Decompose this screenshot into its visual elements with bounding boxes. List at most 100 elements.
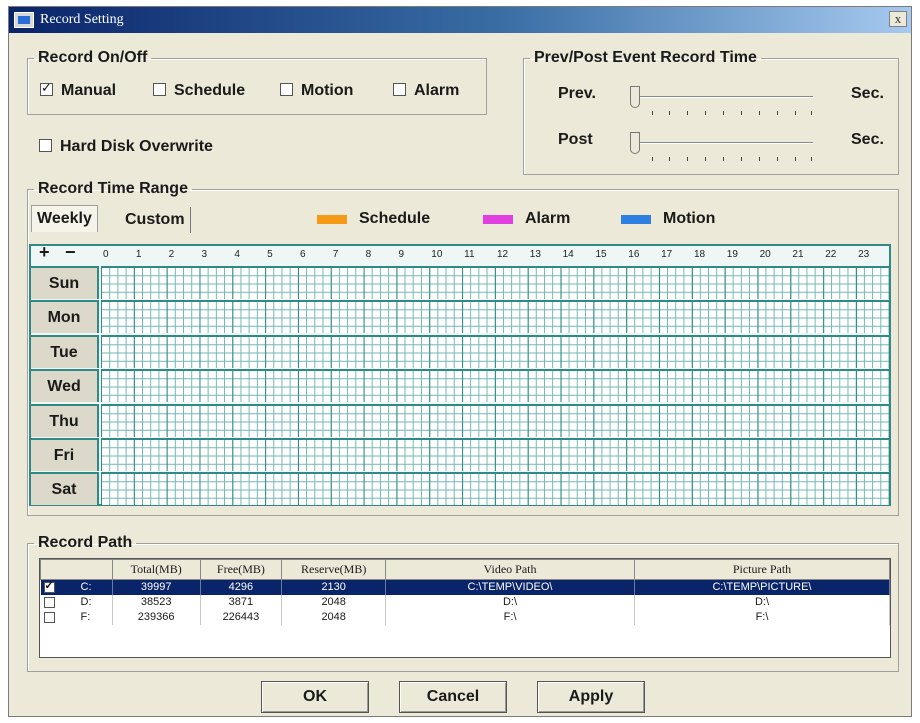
close-button[interactable]: x (889, 11, 907, 27)
post-label: Post (558, 131, 593, 148)
post-slider-ticks (652, 157, 812, 161)
drive-cell: C: (40, 579, 113, 595)
video-path-cell: F:\ (385, 609, 635, 625)
prev-slider-ticks (652, 111, 812, 115)
video-path-cell: D:\ (385, 594, 635, 610)
column-header-picture-path[interactable]: Picture Path (633, 559, 891, 580)
grid-header: + − 0 1 2 3 4 5 6 7 8 9 10 11 12 13 14 15 16 17 18 19 20 21 22… (31, 242, 889, 264)
hour-label: 8 (365, 249, 372, 260)
record-onoff-group: Record On/Off Manual Schedule Motion Ala… (27, 49, 487, 115)
time-range-legend: Record Time Range (38, 180, 188, 197)
schedule-row-mon[interactable] (101, 300, 889, 334)
reserve-cell: 2048 (281, 594, 387, 610)
hdd-overwrite-checkbox[interactable]: Hard Disk Overwrite (39, 138, 213, 156)
record-path-table[interactable]: Total(MB) Free(MB) Reserve(MB) Video Pat… (39, 558, 891, 658)
manual-checkbox[interactable]: Manual (40, 80, 116, 100)
post-slider-thumb[interactable] (630, 132, 640, 154)
total-cell: 39997 (112, 579, 201, 595)
alarm-swatch (483, 214, 513, 224)
prev-slider-track[interactable] (633, 96, 813, 98)
video-path-cell: C:\TEMP\VIDEO\ (385, 579, 635, 595)
alarm-checkbox-box (393, 83, 406, 96)
drive-cell: F: (40, 609, 113, 625)
drive-letter: C: (80, 581, 92, 594)
schedule-checkbox[interactable]: Schedule (153, 82, 245, 100)
drive-checkbox[interactable] (43, 611, 55, 623)
picture-path-cell: D:\ (634, 594, 891, 610)
zoom-in-button[interactable]: + (39, 242, 50, 263)
total-cell: 239366 (112, 609, 201, 625)
schedule-row-fri[interactable] (101, 438, 889, 471)
app-icon (14, 12, 34, 28)
hour-label: 0 (103, 249, 109, 260)
table-row[interactable]: C: 3999742962130C:\TEMP\VIDEO\C:\TEMP\PIC… (40, 579, 891, 595)
hour-label: 17 (661, 249, 673, 260)
schedule-grid[interactable]: + − 0 1 2 3 4 5 6 7 8 9 10 11 12 13 14 15 16 17 18 19 20 21 22… (29, 242, 891, 506)
day-label-mon: Mon (31, 300, 99, 334)
motion-checkbox[interactable]: Motion (280, 82, 353, 100)
drive-cell: D: (40, 594, 113, 610)
schedule-row-tue[interactable] (101, 334, 889, 368)
apply-button[interactable]: Apply (537, 681, 645, 713)
hour-label: 14 (562, 249, 574, 260)
ok-button[interactable]: OK (261, 681, 369, 713)
reserve-cell: 2130 (281, 579, 387, 595)
free-cell: 4296 (200, 579, 283, 595)
hdd-overwrite-checkbox-box (39, 139, 52, 152)
record-setting-window: Record Setting x Record On/Off Manual Sc… (8, 6, 912, 717)
post-slider-track[interactable] (633, 142, 813, 144)
legend-motion: Motion (621, 210, 715, 228)
motion-swatch (621, 214, 651, 224)
zoom-out-button[interactable]: − (65, 242, 76, 263)
motion-checkbox-box (280, 83, 293, 96)
free-cell: 226443 (200, 609, 283, 625)
day-label-sat: Sat (31, 472, 99, 506)
alarm-checkbox[interactable]: Alarm (393, 82, 459, 100)
hour-label: 22 (825, 249, 837, 260)
legend-alarm-label: Alarm (525, 210, 571, 227)
schedule-row-sun[interactable] (101, 266, 889, 299)
table-row[interactable]: D: 38523 3871 2048 D:\ D:\ (40, 594, 891, 610)
post-unit-label: Sec. (851, 131, 884, 148)
schedule-row-sat[interactable] (101, 472, 889, 506)
manual-checkbox-box (40, 80, 53, 96)
tab-weekly[interactable]: Weekly (31, 205, 98, 232)
cancel-button[interactable]: Cancel (399, 681, 507, 713)
hdd-overwrite-label: Hard Disk Overwrite (60, 138, 213, 155)
hour-label: 16 (628, 249, 640, 260)
column-header-free[interactable]: Free(MB) (199, 559, 283, 580)
schedule-label: Schedule (174, 82, 246, 99)
schedule-row-thu[interactable] (101, 403, 889, 437)
window-title: Record Setting (40, 12, 124, 27)
legend-alarm: Alarm (483, 210, 570, 228)
picture-path-cell: F:\ (634, 609, 891, 625)
record-onoff-legend: Record On/Off (38, 49, 148, 66)
prev-slider-thumb[interactable] (630, 86, 640, 108)
tab-custom[interactable]: Custom (120, 207, 191, 233)
column-header-total[interactable]: Total(MB) (111, 559, 201, 580)
table-row[interactable]: F: 239366 226443 2048 F:\ F:\ (40, 609, 891, 625)
column-header-reserve[interactable]: Reserve(MB) (281, 559, 387, 580)
legend-motion-label: Motion (663, 210, 716, 227)
prev-label: Prev. (558, 85, 596, 102)
hour-label: 15 (595, 249, 607, 260)
motion-label: Motion (301, 82, 354, 99)
hour-label: 11 (464, 249, 475, 260)
hour-label: 21 (792, 249, 804, 260)
day-label-thu: Thu (31, 403, 99, 437)
schedule-row-wed[interactable] (101, 369, 889, 403)
drive-checkbox[interactable] (43, 596, 55, 608)
free-cell: 3871 (200, 594, 283, 610)
hour-label: 7 (332, 249, 339, 260)
column-header-video-path[interactable]: Video Path (385, 559, 635, 580)
prev-unit-label: Sec. (851, 85, 884, 102)
hour-label: 2 (168, 249, 175, 260)
schedule-swatch (317, 214, 347, 224)
total-cell: 38523 (112, 594, 201, 610)
day-label-sun: Sun (31, 266, 99, 299)
title-bar: Record Setting x (9, 7, 911, 33)
record-path-legend: Record Path (38, 534, 133, 551)
day-label-fri: Fri (31, 438, 99, 471)
drive-checkbox[interactable] (43, 579, 55, 593)
hour-label: 10 (431, 249, 443, 260)
